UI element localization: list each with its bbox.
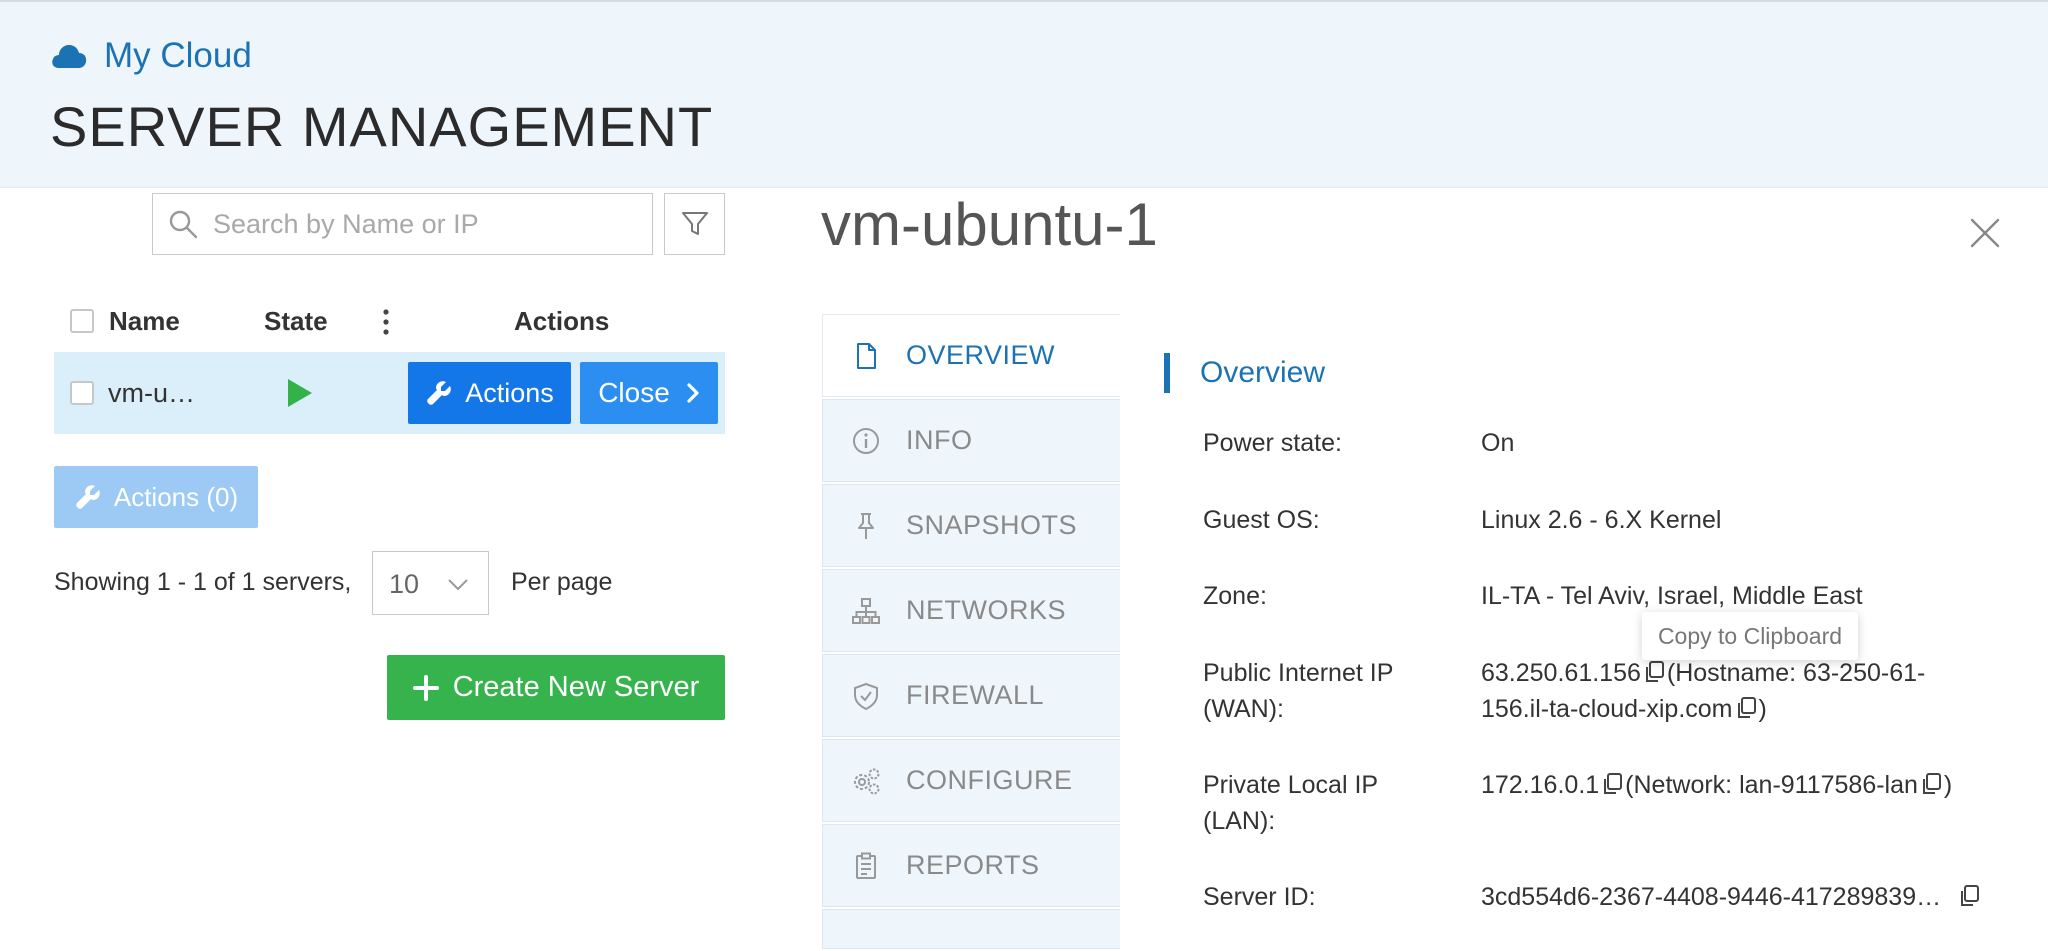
- public-hostname-closing: ): [1758, 695, 1767, 723]
- row-actions-label: Actions: [465, 377, 554, 408]
- power-state-value: On: [1481, 429, 1515, 457]
- table-row[interactable]: vm-u… Actions Close: [54, 352, 725, 434]
- tab-label: CONFIGURE: [906, 765, 1073, 795]
- column-options-icon[interactable]: [380, 308, 392, 336]
- public-ip-address: 63.250.61.156: [1481, 659, 1641, 687]
- section-accent-bar: [1164, 353, 1170, 393]
- column-name[interactable]: Name: [109, 306, 180, 337]
- server-id-label: Server ID:: [1203, 883, 1316, 911]
- wrench-icon: [76, 485, 100, 509]
- tab-snapshots[interactable]: SNAPSHOTS: [822, 484, 1120, 567]
- private-network-closing: ): [1943, 771, 1953, 799]
- clipboard-icon: [856, 852, 876, 879]
- guest-os-value: Linux 2.6 - 6.X Kernel: [1481, 506, 1722, 534]
- private-network: (Network: lan-9117586-lan: [1625, 771, 1918, 799]
- close-icon[interactable]: [1968, 216, 2002, 250]
- page-title: SERVER MANAGEMENT: [50, 95, 714, 158]
- private-ip-label-line2: (LAN):: [1203, 807, 1276, 835]
- public-ip-label: Public Internet IP (WAN):: [1203, 655, 1393, 727]
- copy-icon[interactable]: [1735, 696, 1757, 720]
- row-actions-button[interactable]: Actions: [408, 362, 571, 424]
- table-header: Name State Actions: [54, 302, 724, 342]
- row-close-button[interactable]: Close: [580, 362, 718, 424]
- chevron-right-icon: [687, 383, 699, 403]
- public-hostname-prefix: (Hostname: 63-250-61-: [1666, 659, 1926, 687]
- pin-icon: [858, 513, 874, 539]
- wrench-icon: [427, 381, 451, 405]
- tab-overview[interactable]: OVERVIEW: [822, 314, 1120, 397]
- server-name[interactable]: vm-u…: [108, 378, 195, 409]
- public-ip-label-line2: (WAN):: [1203, 695, 1284, 723]
- private-ip-value: 172.16.0.1 (Network: lan-9117586-lan): [1481, 767, 1952, 803]
- plus-icon: [412, 674, 439, 701]
- tab-label: SNAPSHOTS: [906, 510, 1078, 540]
- zone-label: Zone:: [1203, 582, 1267, 610]
- pagination-summary: Showing 1 - 1 of 1 servers,: [54, 568, 352, 596]
- private-ip-address: 172.16.0.1: [1481, 771, 1600, 799]
- page-header: My Cloud SERVER MANAGEMENT: [0, 0, 2048, 188]
- filter-button[interactable]: [664, 193, 725, 255]
- tab-reports[interactable]: REPORTS: [822, 824, 1120, 907]
- search-icon: [169, 210, 198, 239]
- column-actions: Actions: [514, 306, 610, 336]
- create-server-button[interactable]: Create New Server: [387, 655, 725, 720]
- tab-more[interactable]: [822, 909, 1120, 949]
- running-state-icon: [288, 379, 312, 407]
- public-ip-value: 63.250.61.156 (Hostname: 63-250-61- 156.i…: [1481, 655, 1925, 727]
- brand-label: My Cloud: [104, 36, 252, 75]
- copy-icon[interactable]: [1643, 660, 1665, 684]
- cloud-icon: [52, 45, 87, 68]
- copy-tooltip: Copy to Clipboard: [1642, 612, 1858, 660]
- tab-info[interactable]: INFO: [822, 399, 1120, 482]
- gears-icon: [854, 768, 880, 795]
- row-close-label: Close: [598, 377, 670, 408]
- filter-icon: [681, 212, 708, 235]
- search-box: [152, 193, 653, 255]
- tab-label: OVERVIEW: [906, 340, 1056, 370]
- bulk-actions-label: Actions (0): [113, 481, 239, 512]
- tab-configure[interactable]: CONFIGURE: [822, 739, 1120, 822]
- shield-icon: [854, 683, 878, 710]
- per-page-select[interactable]: 10: [372, 551, 489, 615]
- create-server-label: Create New Server: [452, 671, 700, 703]
- bulk-actions-button[interactable]: Actions (0): [54, 466, 258, 528]
- document-icon: [857, 343, 876, 369]
- brand[interactable]: My Cloud: [50, 36, 252, 76]
- chevron-down-icon: [448, 579, 468, 591]
- zone-value: IL-TA - Tel Aviv, Israel, Middle East: [1481, 582, 1863, 610]
- tab-label: NETWORKS: [906, 595, 1067, 625]
- tab-networks[interactable]: NETWORKS: [822, 569, 1120, 652]
- select-all-checkbox[interactable]: [70, 309, 94, 333]
- guest-os-label: Guest OS:: [1203, 506, 1320, 534]
- power-state-label: Power state:: [1203, 429, 1342, 457]
- column-state[interactable]: State: [264, 306, 328, 337]
- tab-firewall[interactable]: FIREWALL: [822, 654, 1120, 737]
- search-input[interactable]: [211, 207, 631, 241]
- server-detail-title: vm-ubuntu-1: [821, 191, 1158, 258]
- tab-label: REPORTS: [906, 850, 1040, 880]
- row-checkbox[interactable]: [70, 381, 94, 405]
- tab-label: INFO: [906, 425, 973, 455]
- info-icon: [853, 428, 879, 454]
- copy-icon[interactable]: [1920, 772, 1942, 796]
- copy-icon[interactable]: [1601, 772, 1623, 796]
- server-id-value: 3cd554d6-2367-4408-9446-417289839…: [1481, 879, 1982, 915]
- section-title: Overview: [1200, 356, 1326, 389]
- per-page-label: Per page: [511, 568, 613, 596]
- public-hostname: 156.il-ta-cloud-xip.com: [1481, 695, 1733, 723]
- network-icon: [852, 598, 880, 624]
- private-ip-label: Private Local IP (LAN):: [1203, 767, 1378, 839]
- public-ip-label-line1: Public Internet IP: [1203, 659, 1394, 687]
- per-page-value: 10: [389, 569, 420, 599]
- tab-label: FIREWALL: [906, 680, 1045, 710]
- detail-tabs: OVERVIEW INFO SNAPSHOTS NETWORKS FIREWAL…: [822, 314, 1120, 951]
- private-ip-label-line1: Private Local IP: [1203, 771, 1379, 799]
- copy-icon[interactable]: [1958, 884, 1980, 908]
- server-id: 3cd554d6-2367-4408-9446-417289839…: [1481, 883, 1942, 911]
